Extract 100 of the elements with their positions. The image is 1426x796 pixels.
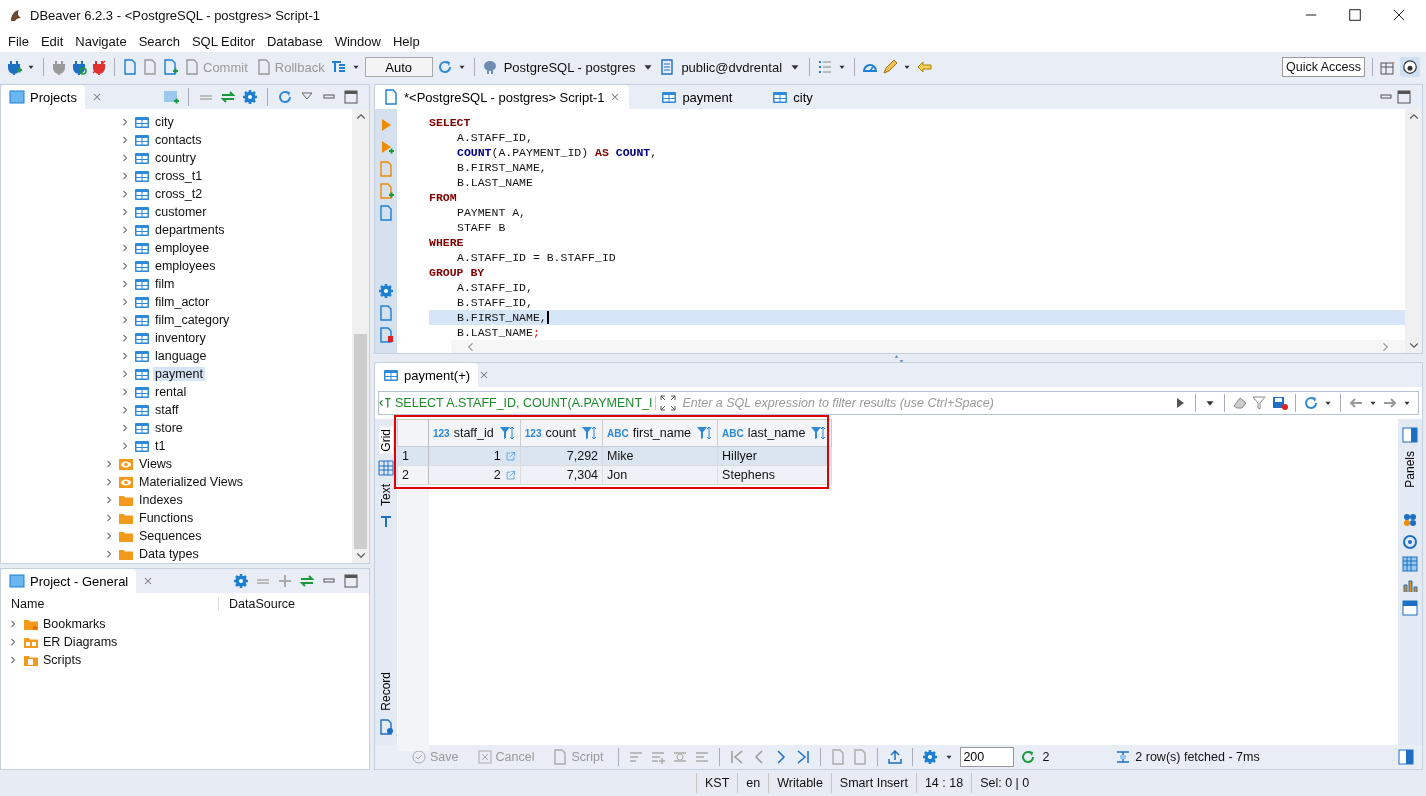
tree-item[interactable]: ER Diagrams [43, 635, 118, 649]
maximize-icon[interactable] [1348, 8, 1362, 22]
tree-item[interactable]: customer [153, 205, 209, 219]
filter-icon[interactable] [1252, 395, 1268, 411]
menu-item[interactable]: Navigate [69, 33, 133, 49]
tree-item[interactable]: staff [153, 403, 181, 417]
tree-item[interactable]: cross_t1 [153, 169, 205, 183]
tree-item[interactable]: inventory [153, 331, 208, 345]
tree-item[interactable]: cross_t2 [153, 187, 205, 201]
panels-icon[interactable] [1402, 427, 1418, 443]
editor-tab[interactable]: city [764, 85, 821, 109]
scrollbar[interactable] [1405, 109, 1422, 353]
results-tab[interactable]: payment(+) [375, 363, 479, 387]
expand-view-icon[interactable] [660, 395, 677, 411]
tree-item[interactable]: film_category [153, 313, 232, 327]
view-tab[interactable]: Text [379, 481, 393, 508]
column-header[interactable]: ABC last_name [717, 419, 832, 447]
text-icon[interactable] [378, 513, 394, 530]
tree-item[interactable]: Scripts [43, 653, 82, 667]
link-arrows-icon[interactable] [220, 89, 236, 105]
execute-script-new-icon[interactable] [378, 183, 394, 199]
record-icon[interactable] [378, 719, 394, 735]
edit-row-icon[interactable] [628, 749, 645, 765]
sql-code[interactable]: SELECT A.STAFF_ID, COUNT(A.PAYMENT_ID) AS COUNT, B.FIRST_NAME, B.LAST_NAME FROM PAYMENT A, STAFF B WHERE A.STAFF_ID = B.STAFF_ID GROUP BY A.STAFF_ID, B.STAFF_ID, B.FIRST_NAME, B.LAST_NAME; [397, 109, 1405, 340]
menu-item[interactable]: Help [386, 33, 426, 49]
filter-sort-icon[interactable] [695, 425, 714, 441]
menu-item[interactable]: Search [132, 33, 186, 49]
scrollbar[interactable] [352, 109, 369, 563]
copy-icon[interactable] [830, 749, 847, 765]
tree-item[interactable]: country [153, 151, 198, 165]
filter-sort-icon[interactable] [809, 425, 828, 441]
tree-item[interactable]: t1 [153, 439, 168, 453]
chart-icon[interactable] [1402, 577, 1418, 594]
menu-item[interactable]: File [2, 33, 35, 49]
eraser-icon[interactable] [1232, 395, 1248, 411]
tree-item[interactable]: Sequences [137, 529, 204, 543]
export-icon[interactable] [887, 749, 904, 765]
settings-icon[interactable] [922, 749, 939, 765]
settings-icon[interactable] [378, 283, 394, 299]
refresh-icon[interactable] [1303, 395, 1319, 411]
transaction-icon[interactable] [122, 59, 138, 75]
plug-icon[interactable] [51, 59, 67, 75]
explain-icon[interactable] [378, 205, 394, 221]
filter-sort-icon[interactable] [580, 425, 599, 441]
panel-toggle-icon[interactable] [1398, 749, 1414, 765]
close-icon[interactable] [1392, 8, 1406, 22]
tree-item[interactable]: film_actor [153, 295, 212, 309]
menu-item[interactable]: Edit [34, 33, 70, 49]
view-tab[interactable]: Grid [379, 427, 393, 454]
column-header[interactable]: 123 count [520, 419, 603, 447]
open-link-icon[interactable] [504, 451, 516, 463]
pen-icon[interactable] [882, 59, 899, 75]
grid-icon[interactable] [378, 459, 394, 476]
checker-icon[interactable] [1402, 555, 1418, 572]
delete-row-icon[interactable] [694, 749, 711, 765]
tree-item[interactable]: Data types [137, 547, 201, 561]
tree-item[interactable]: employee [153, 241, 212, 255]
list-icon[interactable] [817, 59, 834, 75]
copy-row-icon[interactable] [672, 749, 689, 765]
last-page-icon[interactable] [795, 749, 812, 765]
tree-item[interactable]: contacts [153, 133, 204, 147]
quick-access-field[interactable]: Quick Access [1281, 57, 1365, 77]
menu-item[interactable]: Window [328, 33, 387, 49]
menu-item[interactable]: Database [261, 33, 329, 49]
add-icon[interactable] [277, 573, 293, 589]
isolation-icon[interactable] [330, 59, 347, 75]
filter-sort-icon[interactable] [497, 425, 516, 441]
project-general-tab[interactable]: Project - General [1, 569, 137, 593]
tree-item[interactable]: city [153, 115, 176, 129]
new-folder-icon[interactable] [163, 89, 179, 105]
projects-tab[interactable]: Projects [1, 85, 85, 109]
column-header[interactable]: DataSource [219, 597, 295, 611]
tree-item[interactable]: employees [153, 259, 218, 273]
refresh-icon[interactable] [1020, 749, 1037, 765]
save-filter-icon[interactable] [1272, 395, 1288, 411]
schema-selector[interactable]: public@dvdrental [679, 57, 785, 77]
palette-icon[interactable] [1402, 511, 1418, 528]
export-icon[interactable] [378, 305, 394, 321]
maximize-icon[interactable] [1396, 89, 1412, 105]
column-header[interactable]: 123 staff_id [428, 419, 521, 447]
tree-item[interactable]: language [153, 349, 209, 363]
maximize-icon[interactable] [343, 89, 359, 105]
auto-commit-button[interactable]: Auto [364, 57, 433, 77]
editor-tab[interactable]: *<PostgreSQL - postgres> Script-1 [375, 85, 630, 109]
panels-tab[interactable]: Panels [1403, 449, 1417, 490]
transaction-mode-icon[interactable] [142, 59, 158, 75]
editor-tab[interactable]: payment [653, 85, 741, 109]
tree-item[interactable]: payment [153, 367, 205, 381]
perspective-icon[interactable] [1380, 59, 1396, 75]
tree-item[interactable]: store [153, 421, 185, 435]
fetch-size-field[interactable]: 200 [960, 747, 1015, 767]
link-arrows-icon[interactable] [299, 573, 315, 589]
new-connection-icon[interactable] [6, 59, 22, 75]
tree-item[interactable]: Indexes [137, 493, 185, 507]
tree-item[interactable]: Materialized Views [137, 475, 245, 489]
view-tab[interactable]: Record [379, 670, 393, 713]
document-error-icon[interactable] [378, 327, 394, 343]
new-transaction-icon[interactable] [162, 59, 178, 75]
column-header[interactable]: ABC first_name [602, 419, 718, 447]
tree-item[interactable]: film [153, 277, 177, 291]
